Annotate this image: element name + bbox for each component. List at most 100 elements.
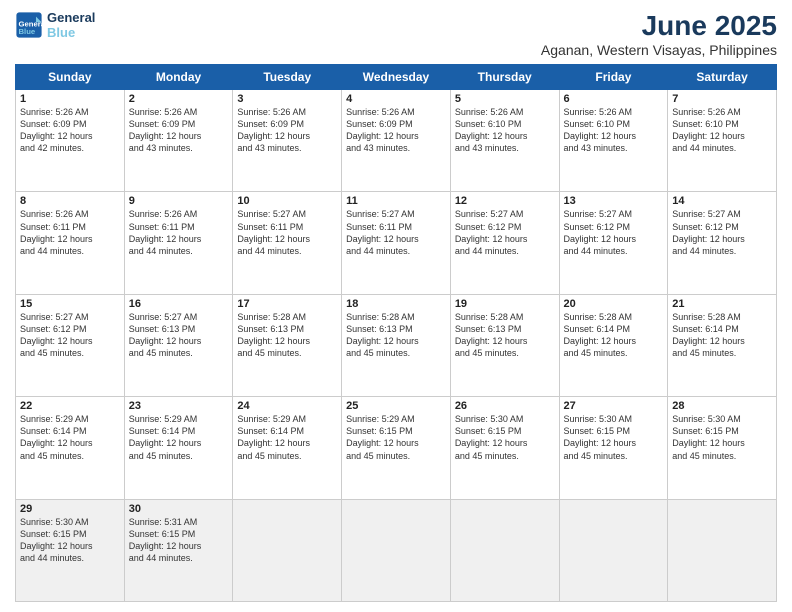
day-cell: 3 Sunrise: 5:26 AMSunset: 6:09 PMDaylight…: [233, 90, 342, 192]
weekday-thursday: Thursday: [450, 65, 559, 90]
day-info: Sunrise: 5:29 AMSunset: 6:14 PMDaylight:…: [237, 414, 310, 460]
day-info: Sunrise: 5:30 AMSunset: 6:15 PMDaylight:…: [672, 414, 745, 460]
week-row-2: 8 Sunrise: 5:26 AMSunset: 6:11 PMDaylight…: [16, 192, 777, 294]
day-cell: [450, 499, 559, 601]
day-info: Sunrise: 5:26 AMSunset: 6:11 PMDaylight:…: [20, 209, 93, 255]
week-row-3: 15 Sunrise: 5:27 AMSunset: 6:12 PMDayligh…: [16, 294, 777, 396]
day-info: Sunrise: 5:27 AMSunset: 6:12 PMDaylight:…: [564, 209, 637, 255]
day-number: 19: [455, 298, 555, 310]
day-number: 18: [346, 298, 446, 310]
day-info: Sunrise: 5:26 AMSunset: 6:10 PMDaylight:…: [455, 107, 528, 153]
day-info: Sunrise: 5:30 AMSunset: 6:15 PMDaylight:…: [455, 414, 528, 460]
day-info: Sunrise: 5:28 AMSunset: 6:14 PMDaylight:…: [672, 312, 745, 358]
svg-text:Blue: Blue: [19, 27, 36, 36]
day-cell: 12 Sunrise: 5:27 AMSunset: 6:12 PMDayligh…: [450, 192, 559, 294]
day-cell: 8 Sunrise: 5:26 AMSunset: 6:11 PMDaylight…: [16, 192, 125, 294]
calendar-table: SundayMondayTuesdayWednesdayThursdayFrid…: [15, 64, 777, 602]
page-subtitle: Aganan, Western Visayas, Philippines: [541, 42, 777, 58]
day-number: 21: [672, 298, 772, 310]
day-cell: 7 Sunrise: 5:26 AMSunset: 6:10 PMDaylight…: [668, 90, 777, 192]
logo-icon: General Blue: [15, 11, 43, 39]
day-info: Sunrise: 5:29 AMSunset: 6:14 PMDaylight:…: [20, 414, 93, 460]
day-cell: 13 Sunrise: 5:27 AMSunset: 6:12 PMDayligh…: [559, 192, 668, 294]
day-number: 28: [672, 400, 772, 412]
day-cell: 23 Sunrise: 5:29 AMSunset: 6:14 PMDayligh…: [124, 397, 233, 499]
day-number: 22: [20, 400, 120, 412]
day-number: 24: [237, 400, 337, 412]
logo: General Blue General Blue: [15, 10, 95, 40]
day-number: 6: [564, 93, 664, 105]
day-info: Sunrise: 5:31 AMSunset: 6:15 PMDaylight:…: [129, 517, 202, 563]
header: General Blue General Blue June 2025 Agan…: [15, 10, 777, 58]
day-cell: 18 Sunrise: 5:28 AMSunset: 6:13 PMDayligh…: [342, 294, 451, 396]
day-cell: 28 Sunrise: 5:30 AMSunset: 6:15 PMDayligh…: [668, 397, 777, 499]
day-cell: 5 Sunrise: 5:26 AMSunset: 6:10 PMDaylight…: [450, 90, 559, 192]
day-cell: 2Sunrise: 5:26 AMSunset: 6:09 PMDaylight…: [124, 90, 233, 192]
day-number: 10: [237, 195, 337, 207]
day-cell: 27Sunrise: 5:30 AMSunset: 6:15 PMDayligh…: [559, 397, 668, 499]
weekday-wednesday: Wednesday: [342, 65, 451, 90]
page-title: June 2025: [541, 10, 777, 42]
day-info: Sunrise: 5:26 AMSunset: 6:09 PMDaylight:…: [237, 107, 310, 153]
day-cell: 20Sunrise: 5:28 AMSunset: 6:14 PMDayligh…: [559, 294, 668, 396]
day-number: 1: [20, 93, 120, 105]
day-info: Sunrise: 5:26 AMSunset: 6:11 PMDaylight:…: [129, 209, 202, 255]
day-number: 12: [455, 195, 555, 207]
day-number: 4: [346, 93, 446, 105]
day-info: Sunrise: 5:28 AMSunset: 6:13 PMDaylight:…: [346, 312, 419, 358]
day-number: 30: [129, 503, 229, 515]
day-number: 27: [564, 400, 664, 412]
day-info: Sunrise: 5:27 AMSunset: 6:12 PMDaylight:…: [20, 312, 93, 358]
day-info: Sunrise: 5:29 AMSunset: 6:14 PMDaylight:…: [129, 414, 202, 460]
day-cell: 26 Sunrise: 5:30 AMSunset: 6:15 PMDayligh…: [450, 397, 559, 499]
day-number: 25: [346, 400, 446, 412]
day-number: 14: [672, 195, 772, 207]
day-info: Sunrise: 5:27 AMSunset: 6:12 PMDaylight:…: [455, 209, 528, 255]
day-info: Sunrise: 5:26 AMSunset: 6:09 PMDaylight:…: [129, 107, 202, 153]
week-row-1: 1 Sunrise: 5:26 AMSunset: 6:09 PMDaylight…: [16, 90, 777, 192]
day-number: 29: [20, 503, 120, 515]
day-cell: 17Sunrise: 5:28 AMSunset: 6:13 PMDayligh…: [233, 294, 342, 396]
weekday-monday: Monday: [124, 65, 233, 90]
day-info: Sunrise: 5:28 AMSunset: 6:13 PMDaylight:…: [237, 312, 310, 358]
day-cell: 14 Sunrise: 5:27 AMSunset: 6:12 PMDayligh…: [668, 192, 777, 294]
day-cell: 9Sunrise: 5:26 AMSunset: 6:11 PMDaylight…: [124, 192, 233, 294]
day-cell: 19Sunrise: 5:28 AMSunset: 6:13 PMDayligh…: [450, 294, 559, 396]
day-info: Sunrise: 5:26 AMSunset: 6:10 PMDaylight:…: [672, 107, 745, 153]
calendar-body: 1 Sunrise: 5:26 AMSunset: 6:09 PMDaylight…: [16, 90, 777, 602]
page: General Blue General Blue June 2025 Agan…: [0, 0, 792, 612]
day-cell: [559, 499, 668, 601]
day-info: Sunrise: 5:26 AMSunset: 6:10 PMDaylight:…: [564, 107, 637, 153]
day-cell: 21 Sunrise: 5:28 AMSunset: 6:14 PMDayligh…: [668, 294, 777, 396]
day-info: Sunrise: 5:26 AMSunset: 6:09 PMDaylight:…: [346, 107, 419, 153]
day-cell: [342, 499, 451, 601]
day-info: Sunrise: 5:27 AMSunset: 6:13 PMDaylight:…: [129, 312, 202, 358]
day-cell: 16 Sunrise: 5:27 AMSunset: 6:13 PMDayligh…: [124, 294, 233, 396]
week-row-4: 22 Sunrise: 5:29 AMSunset: 6:14 PMDayligh…: [16, 397, 777, 499]
weekday-sunday: Sunday: [16, 65, 125, 90]
day-info: Sunrise: 5:27 AMSunset: 6:11 PMDaylight:…: [346, 209, 419, 255]
day-number: 23: [129, 400, 229, 412]
day-number: 16: [129, 298, 229, 310]
weekday-friday: Friday: [559, 65, 668, 90]
day-number: 13: [564, 195, 664, 207]
day-number: 3: [237, 93, 337, 105]
day-number: 15: [20, 298, 120, 310]
day-info: Sunrise: 5:30 AMSunset: 6:15 PMDaylight:…: [20, 517, 93, 563]
weekday-header-row: SundayMondayTuesdayWednesdayThursdayFrid…: [16, 65, 777, 90]
day-info: Sunrise: 5:26 AMSunset: 6:09 PMDaylight:…: [20, 107, 93, 153]
day-cell: [233, 499, 342, 601]
day-cell: [668, 499, 777, 601]
day-number: 8: [20, 195, 120, 207]
day-cell: 30 Sunrise: 5:31 AMSunset: 6:15 PMDayligh…: [124, 499, 233, 601]
day-cell: 10 Sunrise: 5:27 AMSunset: 6:11 PMDayligh…: [233, 192, 342, 294]
day-cell: 15 Sunrise: 5:27 AMSunset: 6:12 PMDayligh…: [16, 294, 125, 396]
day-cell: 29 Sunrise: 5:30 AMSunset: 6:15 PMDayligh…: [16, 499, 125, 601]
day-info: Sunrise: 5:27 AMSunset: 6:12 PMDaylight:…: [672, 209, 745, 255]
day-number: 5: [455, 93, 555, 105]
day-cell: 4 Sunrise: 5:26 AMSunset: 6:09 PMDaylight…: [342, 90, 451, 192]
day-number: 7: [672, 93, 772, 105]
day-number: 26: [455, 400, 555, 412]
day-info: Sunrise: 5:27 AMSunset: 6:11 PMDaylight:…: [237, 209, 310, 255]
week-row-5: 29 Sunrise: 5:30 AMSunset: 6:15 PMDayligh…: [16, 499, 777, 601]
